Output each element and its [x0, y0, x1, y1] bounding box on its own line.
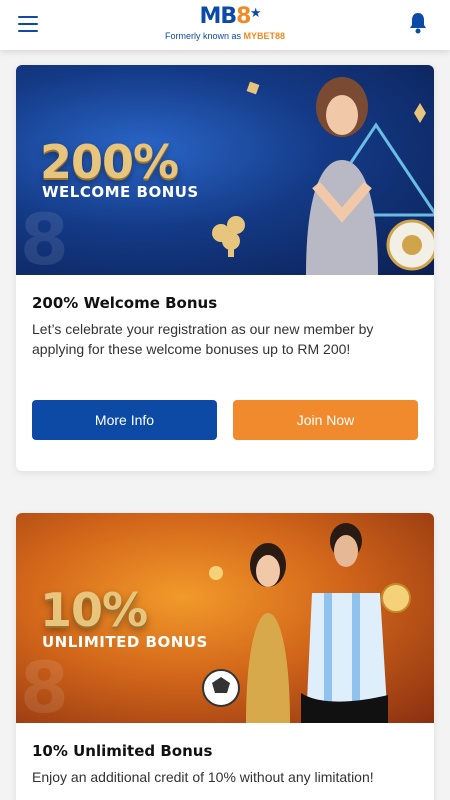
join-now-button[interactable]: Join Now — [233, 400, 418, 440]
promotion-title: 10% Unlimited Bonus — [32, 742, 213, 760]
promotion-title: 200% Welcome Bonus — [32, 294, 218, 312]
star-icon: ★ — [249, 6, 262, 21]
promotions-list[interactable]: 8 200% WELCOME BONUS 200% Welcome Bonus … — [0, 50, 450, 800]
promotion-banner[interactable]: 8 200% WELCOME BONUS — [16, 65, 434, 275]
logo-tagline: Formerly known as MYBET88 — [164, 31, 286, 41]
banner-subtitle: UNLIMITED BONUS — [42, 633, 208, 651]
promotion-description: Enjoy an additional credit of 10% withou… — [32, 769, 374, 785]
brand-watermark: 8 — [20, 647, 69, 723]
promotion-card: 8 200% WELCOME BONUS 200% Welcome Bonus … — [16, 65, 434, 471]
banner-percent: 200% — [40, 135, 179, 189]
logo-wordmark: MB8 ★ — [200, 4, 262, 30]
banner-percent: 10% — [40, 583, 148, 637]
card-actions: More Info Join Now — [32, 400, 418, 440]
promotion-card: 8 10% UNLIMITED BONUS 10% Unlimited Bonu… — [16, 513, 434, 800]
more-info-button[interactable]: More Info — [32, 400, 217, 440]
top-header: MB8 ★ Formerly known as MYBET88 — [0, 0, 450, 50]
card-body: 10% Unlimited Bonus Enjoy an additional … — [16, 723, 434, 787]
promotion-description: Let’s celebrate your registration as our… — [32, 321, 374, 357]
bell-icon[interactable] — [408, 12, 428, 34]
brand-logo[interactable]: MB8 ★ Formerly known as MYBET88 — [0, 4, 450, 42]
banner-subtitle: WELCOME BONUS — [42, 183, 199, 201]
promotion-banner[interactable]: 8 10% UNLIMITED BONUS — [16, 513, 434, 723]
brand-watermark: 8 — [20, 199, 69, 275]
card-body: 200% Welcome Bonus Let’s celebrate your … — [16, 275, 434, 359]
